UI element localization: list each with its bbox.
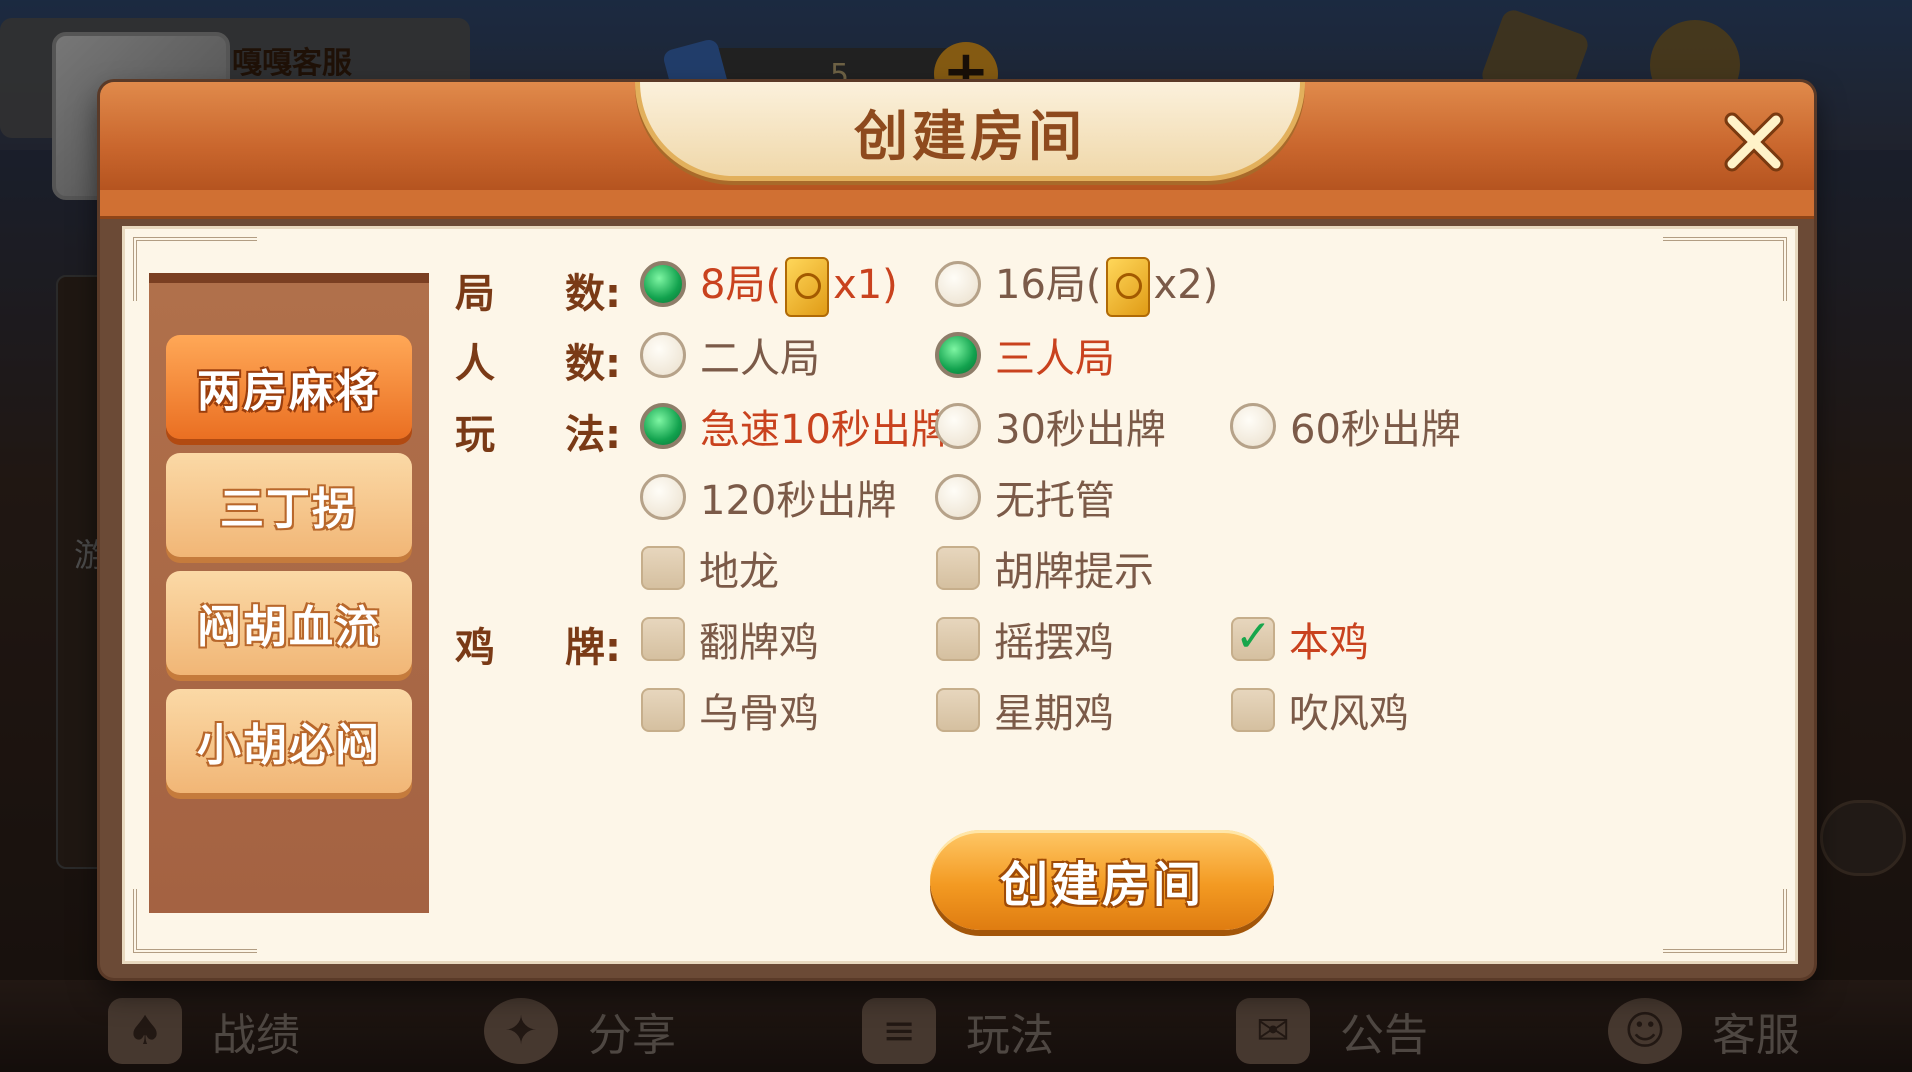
- option-label: 地龙: [699, 549, 779, 595]
- dialog-header-strip: [100, 190, 1814, 219]
- radio-button[interactable]: [935, 403, 981, 449]
- option-label: 吹风鸡: [1289, 691, 1409, 737]
- option-label: 乌骨鸡: [699, 691, 819, 737]
- game-mode-sidebar: 两房麻将 三丁拐 闷胡血流 小胡必闷: [149, 273, 429, 913]
- room-card-icon: [785, 256, 830, 317]
- option-label: 本鸡: [1289, 620, 1369, 666]
- chicken-check-wugu[interactable]: 乌骨鸡: [641, 680, 819, 740]
- option-label: 8局(: [700, 261, 782, 308]
- radio-button[interactable]: [935, 261, 981, 307]
- radio-button[interactable]: [935, 474, 981, 520]
- mode-tab-xiaohu[interactable]: 小胡必闷: [166, 689, 412, 793]
- play-option-no-auto[interactable]: 无托管: [935, 467, 1115, 527]
- corner-ornament: [1663, 237, 1787, 301]
- option-label: 16局(: [995, 261, 1102, 308]
- play-option-60s[interactable]: 60秒出牌: [1230, 396, 1461, 456]
- close-button[interactable]: [1718, 106, 1790, 178]
- option-label: x2): [1153, 261, 1219, 308]
- option-label: 30秒出牌: [995, 407, 1166, 453]
- mode-tab-label: 闷胡血流: [197, 602, 381, 653]
- play-option-30s[interactable]: 30秒出牌: [935, 396, 1166, 456]
- room-card-icon: [1105, 256, 1150, 317]
- radio-button[interactable]: [640, 403, 686, 449]
- option-label: 星期鸡: [994, 691, 1114, 737]
- chicken-check-benji[interactable]: ✓ 本鸡: [1231, 609, 1369, 669]
- mode-tab-menhu[interactable]: 闷胡血流: [166, 571, 412, 675]
- option-label: x1): [833, 261, 898, 308]
- checkbox[interactable]: ✓: [1231, 611, 1275, 662]
- corner-ornament: [1663, 889, 1787, 953]
- chicken-check-chuifeng[interactable]: 吹风鸡: [1231, 680, 1409, 740]
- mode-tab-label: 两房麻将: [197, 366, 381, 417]
- option-label: 120秒出牌: [700, 478, 897, 524]
- players-option-2[interactable]: 二人局: [640, 325, 820, 385]
- option-label: 胡牌提示: [994, 549, 1154, 595]
- chicken-check-fanpai[interactable]: 翻牌鸡: [641, 609, 819, 669]
- players-option-3[interactable]: 三人局: [935, 325, 1115, 385]
- checkbox[interactable]: [1231, 688, 1275, 732]
- create-room-button-label: 创建房间: [999, 857, 1204, 913]
- radio-button[interactable]: [640, 474, 686, 520]
- rounds-option-16[interactable]: 16局( x2): [935, 254, 1219, 317]
- radio-button[interactable]: [640, 261, 686, 307]
- mode-tab-liangfang[interactable]: 两房麻将: [166, 335, 412, 439]
- dialog-title: 创建房间: [854, 105, 1086, 168]
- play-option-10s[interactable]: 急速10秒出牌: [640, 396, 951, 456]
- checkbox[interactable]: [936, 546, 980, 590]
- chicken-check-yaobai[interactable]: 摇摆鸡: [936, 609, 1114, 669]
- radio-button[interactable]: [1230, 403, 1276, 449]
- radio-button[interactable]: [935, 332, 981, 378]
- mode-tab-label: 三丁拐: [220, 484, 358, 535]
- mode-tab-label: 小胡必闷: [197, 720, 381, 771]
- play-check-hint[interactable]: 胡牌提示: [936, 538, 1154, 598]
- option-label: 无托管: [995, 478, 1115, 524]
- rounds-option-8[interactable]: 8局( x1): [640, 254, 898, 317]
- checkbox[interactable]: [641, 546, 685, 590]
- play-option-120s[interactable]: 120秒出牌: [640, 467, 896, 527]
- close-icon: [1724, 112, 1784, 172]
- option-label: 翻牌鸡: [699, 620, 819, 666]
- chicken-check-xingqi[interactable]: 星期鸡: [936, 680, 1114, 740]
- checkbox[interactable]: [936, 617, 980, 661]
- radio-button[interactable]: [640, 332, 686, 378]
- option-label: 60秒出牌: [1290, 407, 1461, 453]
- option-label: 急速10秒出牌: [700, 407, 951, 453]
- option-label: 摇摆鸡: [994, 620, 1114, 666]
- checkbox[interactable]: [641, 688, 685, 732]
- option-label: 二人局: [700, 336, 820, 382]
- checkbox[interactable]: [936, 688, 980, 732]
- checkbox[interactable]: [641, 617, 685, 661]
- checkmark-icon: ✓: [1235, 611, 1272, 662]
- create-room-button[interactable]: 创建房间: [930, 830, 1274, 930]
- play-check-dilong[interactable]: 地龙: [641, 538, 779, 598]
- option-label: 三人局: [995, 336, 1115, 382]
- mode-tab-sandingguai[interactable]: 三丁拐: [166, 453, 412, 557]
